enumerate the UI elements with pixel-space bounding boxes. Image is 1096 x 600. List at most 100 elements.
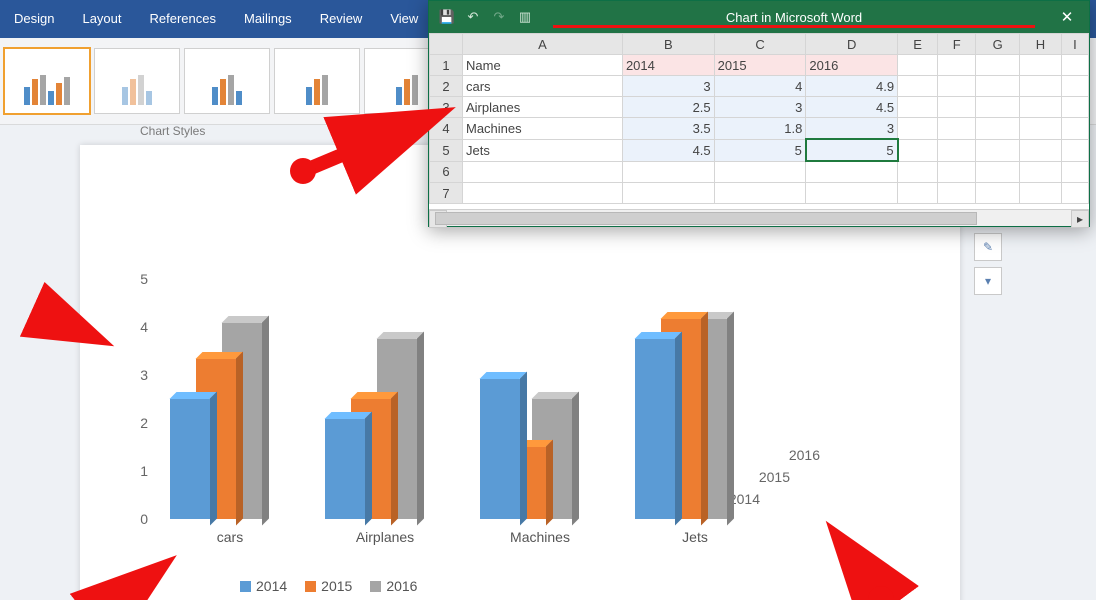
ribbon-tab-references[interactable]: References	[136, 6, 230, 38]
cell-H5[interactable]	[1019, 139, 1061, 161]
col-header-E[interactable]: E	[898, 34, 938, 55]
cell-I2[interactable]	[1061, 76, 1088, 97]
row-header-2[interactable]: 2	[430, 76, 463, 97]
cell-I5[interactable]	[1061, 139, 1088, 161]
cell-H7[interactable]	[1019, 183, 1061, 204]
row-header-1[interactable]: 1	[430, 55, 463, 76]
bar-2014-airplanes[interactable]	[325, 419, 365, 519]
row-header-5[interactable]: 5	[430, 139, 463, 161]
cell-F4[interactable]	[938, 118, 976, 140]
chart-format-button[interactable]: ✎	[974, 233, 1002, 261]
ribbon-tab-view[interactable]: View	[376, 6, 432, 38]
chart-style-thumb[interactable]	[4, 48, 90, 114]
excel-horizontal-scrollbar[interactable]: ◂ ▸	[429, 209, 1089, 226]
cell-I1[interactable]	[1061, 55, 1088, 76]
chart-filter-button[interactable]: ▾	[974, 267, 1002, 295]
cell-B6[interactable]	[622, 161, 714, 183]
cell-C1[interactable]: 2015	[714, 55, 806, 76]
cell-G1[interactable]	[976, 55, 1020, 76]
bar-2014-jets[interactable]	[635, 339, 675, 519]
cell-E5[interactable]	[898, 139, 938, 161]
chart-icon[interactable]: ▥	[517, 9, 533, 25]
cell-A3[interactable]: Airplanes	[463, 97, 623, 118]
cell-E3[interactable]	[898, 97, 938, 118]
cell-D6[interactable]	[806, 161, 898, 183]
cell-H3[interactable]	[1019, 97, 1061, 118]
cell-E1[interactable]	[898, 55, 938, 76]
ribbon-tab-design[interactable]: Design	[0, 6, 68, 38]
cell-C5[interactable]: 5	[714, 139, 806, 161]
cell-G4[interactable]	[976, 118, 1020, 140]
cell-I7[interactable]	[1061, 183, 1088, 204]
cell-H6[interactable]	[1019, 161, 1061, 183]
cell-H1[interactable]	[1019, 55, 1061, 76]
row-header-4[interactable]: 4	[430, 118, 463, 140]
cell-B2[interactable]: 3	[622, 76, 714, 97]
cell-G7[interactable]	[976, 183, 1020, 204]
cell-B1[interactable]: 2014	[622, 55, 714, 76]
cell-C2[interactable]: 4	[714, 76, 806, 97]
cell-D3[interactable]: 4.5	[806, 97, 898, 118]
chart-style-thumb[interactable]	[94, 48, 180, 114]
cell-E4[interactable]	[898, 118, 938, 140]
select-all-cell[interactable]	[430, 34, 463, 55]
cell-E6[interactable]	[898, 161, 938, 183]
col-header-B[interactable]: B	[622, 34, 714, 55]
cell-C7[interactable]	[714, 183, 806, 204]
cell-A4[interactable]: Machines	[463, 118, 623, 140]
scroll-right-icon[interactable]: ▸	[1071, 210, 1089, 228]
cell-G3[interactable]	[976, 97, 1020, 118]
col-header-A[interactable]: A	[463, 34, 623, 55]
cell-A2[interactable]: cars	[463, 76, 623, 97]
cell-G2[interactable]	[976, 76, 1020, 97]
cell-F3[interactable]	[938, 97, 976, 118]
scroll-thumb[interactable]	[435, 212, 977, 225]
cell-D2[interactable]: 4.9	[806, 76, 898, 97]
cell-G5[interactable]	[976, 139, 1020, 161]
col-header-D[interactable]: D	[806, 34, 898, 55]
col-header-H[interactable]: H	[1019, 34, 1061, 55]
redo-icon[interactable]: ↷	[491, 9, 507, 25]
cell-B7[interactable]	[622, 183, 714, 204]
save-icon[interactable]: 💾	[439, 9, 455, 25]
cell-F5[interactable]	[938, 139, 976, 161]
undo-icon[interactable]: ↶	[465, 9, 481, 25]
bar-2014-machines[interactable]	[480, 379, 520, 519]
cell-F2[interactable]	[938, 76, 976, 97]
cell-I4[interactable]	[1061, 118, 1088, 140]
cell-F1[interactable]	[938, 55, 976, 76]
cell-A5[interactable]: Jets	[463, 139, 623, 161]
excel-grid[interactable]: ABCDEFGHI1Name2014201520162cars344.93Air…	[429, 33, 1089, 204]
cell-D1[interactable]: 2016	[806, 55, 898, 76]
cell-E2[interactable]	[898, 76, 938, 97]
row-header-6[interactable]: 6	[430, 161, 463, 183]
cell-H4[interactable]	[1019, 118, 1061, 140]
bar-2014-cars[interactable]	[170, 399, 210, 519]
cell-B3[interactable]: 2.5	[622, 97, 714, 118]
cell-D4[interactable]: 3	[806, 118, 898, 140]
chart-style-thumb[interactable]	[274, 48, 360, 114]
cell-F7[interactable]	[938, 183, 976, 204]
cell-C6[interactable]	[714, 161, 806, 183]
cell-I3[interactable]	[1061, 97, 1088, 118]
cell-G6[interactable]	[976, 161, 1020, 183]
cell-H2[interactable]	[1019, 76, 1061, 97]
cell-A7[interactable]	[463, 183, 623, 204]
row-header-3[interactable]: 3	[430, 97, 463, 118]
close-button[interactable]: ✕	[1045, 1, 1089, 33]
cell-B4[interactable]: 3.5	[622, 118, 714, 140]
ribbon-tab-mailings[interactable]: Mailings	[230, 6, 306, 38]
col-header-I[interactable]: I	[1061, 34, 1088, 55]
chart-data-window[interactable]: 💾 ↶ ↷ ▥ Chart in Microsoft Word ✕ ABCDEF…	[428, 0, 1090, 227]
col-header-C[interactable]: C	[714, 34, 806, 55]
row-header-7[interactable]: 7	[430, 183, 463, 204]
ribbon-tab-review[interactable]: Review	[306, 6, 377, 38]
ribbon-tab-layout[interactable]: Layout	[68, 6, 135, 38]
cell-C4[interactable]: 1.8	[714, 118, 806, 140]
cell-I6[interactable]	[1061, 161, 1088, 183]
chart-3d-clustered-column[interactable]: 012345 carsAirplanesMachinesJets 2016 20…	[110, 207, 850, 567]
cell-C3[interactable]: 3	[714, 97, 806, 118]
cell-A1[interactable]: Name	[463, 55, 623, 76]
col-header-F[interactable]: F	[938, 34, 976, 55]
cell-F6[interactable]	[938, 161, 976, 183]
